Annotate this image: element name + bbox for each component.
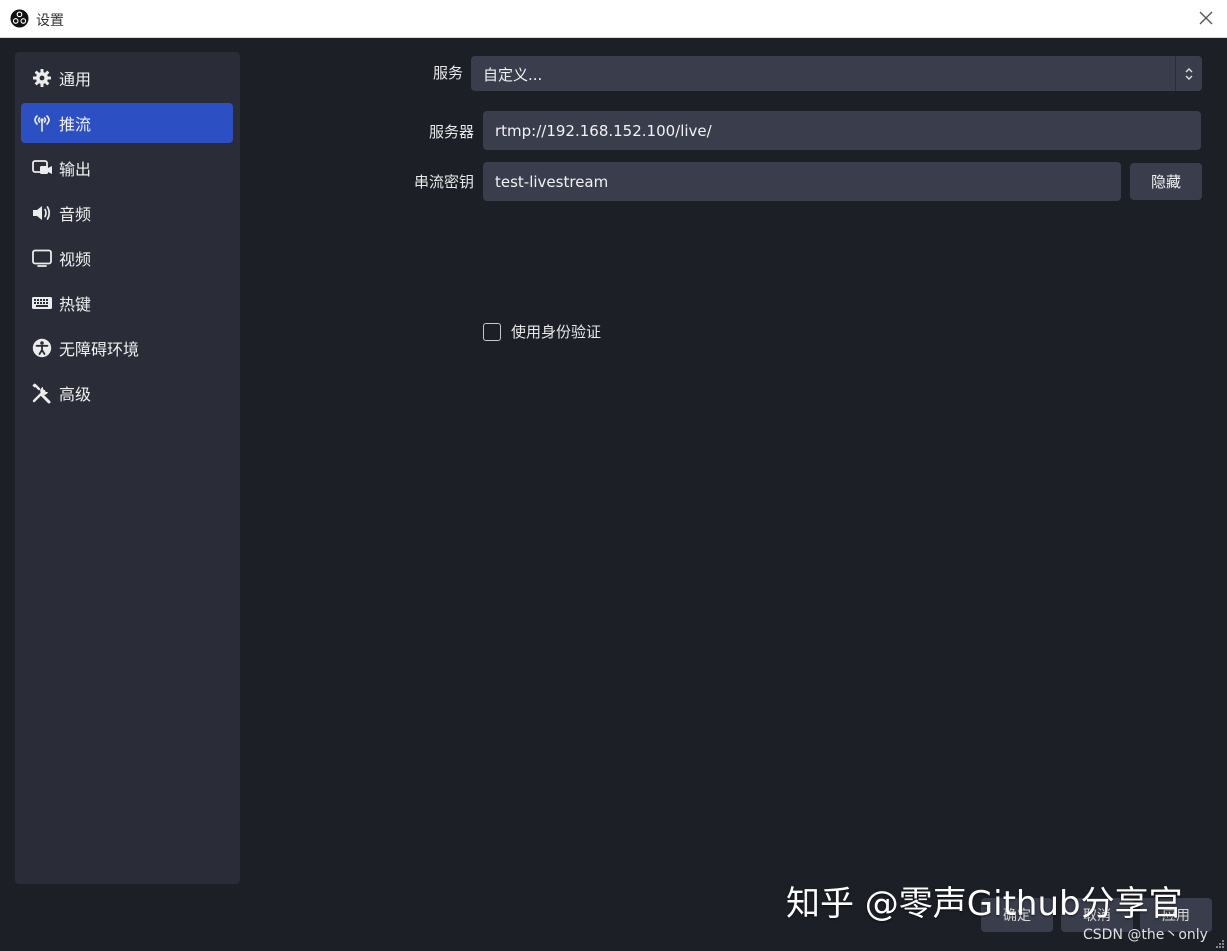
auth-checkbox-row[interactable]: 使用身份验证 <box>483 321 601 342</box>
sidebar-item-label: 输出 <box>59 160 92 179</box>
antenna-icon <box>31 112 53 134</box>
gear-icon <box>31 67 53 89</box>
keyboard-icon <box>31 292 53 314</box>
auth-checkbox[interactable] <box>483 322 501 341</box>
close-icon[interactable] <box>1197 9 1215 27</box>
sidebar-item-label: 热键 <box>59 295 92 314</box>
stream-key-input[interactable] <box>483 162 1121 201</box>
sidebar-item-label: 通用 <box>59 70 92 89</box>
window-title: 设置 <box>36 13 64 29</box>
stream-key-label: 串流密钥 <box>413 173 474 191</box>
sidebar-item-label: 视频 <box>59 250 92 269</box>
output-icon <box>31 157 53 179</box>
sidebar-item-stream[interactable]: 推流 <box>21 103 233 143</box>
sidebar-item-label: 无障碍环境 <box>59 340 140 359</box>
sidebar-item-audio[interactable]: 音频 <box>21 193 233 233</box>
sidebar-item-label: 音频 <box>59 205 92 224</box>
tools-icon <box>31 382 53 404</box>
settings-window: 设置 通用 推流 输出 音频 视频 热键 无障碍环境 高级 服务 自定义... … <box>0 0 1227 951</box>
speaker-icon <box>31 202 53 224</box>
sidebar-item-label: 推流 <box>59 115 92 134</box>
watermark-zhihu: 知乎 @零声Github分享官 <box>786 884 1183 924</box>
obs-logo-icon <box>10 9 29 28</box>
server-input[interactable] <box>483 111 1201 150</box>
sidebar-item-label: 高级 <box>59 385 92 404</box>
auth-checkbox-label: 使用身份验证 <box>511 323 602 341</box>
title-bar: 设置 <box>0 0 1227 38</box>
chevron-updown-icon <box>1175 56 1202 91</box>
sidebar-item-video[interactable]: 视频 <box>21 238 233 278</box>
service-value: 自定义... <box>483 66 543 84</box>
resize-grip-icon[interactable] <box>1215 939 1225 949</box>
watermark-csdn: CSDN @the丶only <box>1083 927 1208 943</box>
sidebar-item-advanced[interactable]: 高级 <box>21 373 233 413</box>
server-label: 服务器 <box>428 123 474 141</box>
sidebar-item-general[interactable]: 通用 <box>21 58 233 98</box>
accessibility-icon <box>31 337 53 359</box>
sidebar-item-accessibility[interactable]: 无障碍环境 <box>21 328 233 368</box>
settings-sidebar: 通用 推流 输出 音频 视频 热键 无障碍环境 高级 <box>15 52 240 884</box>
monitor-icon <box>31 247 53 269</box>
service-label: 服务 <box>432 64 463 82</box>
hide-key-button[interactable]: 隐藏 <box>1130 163 1202 200</box>
sidebar-item-output[interactable]: 输出 <box>21 148 233 188</box>
service-select[interactable]: 自定义... <box>471 56 1202 91</box>
sidebar-item-hotkeys[interactable]: 热键 <box>21 283 233 323</box>
